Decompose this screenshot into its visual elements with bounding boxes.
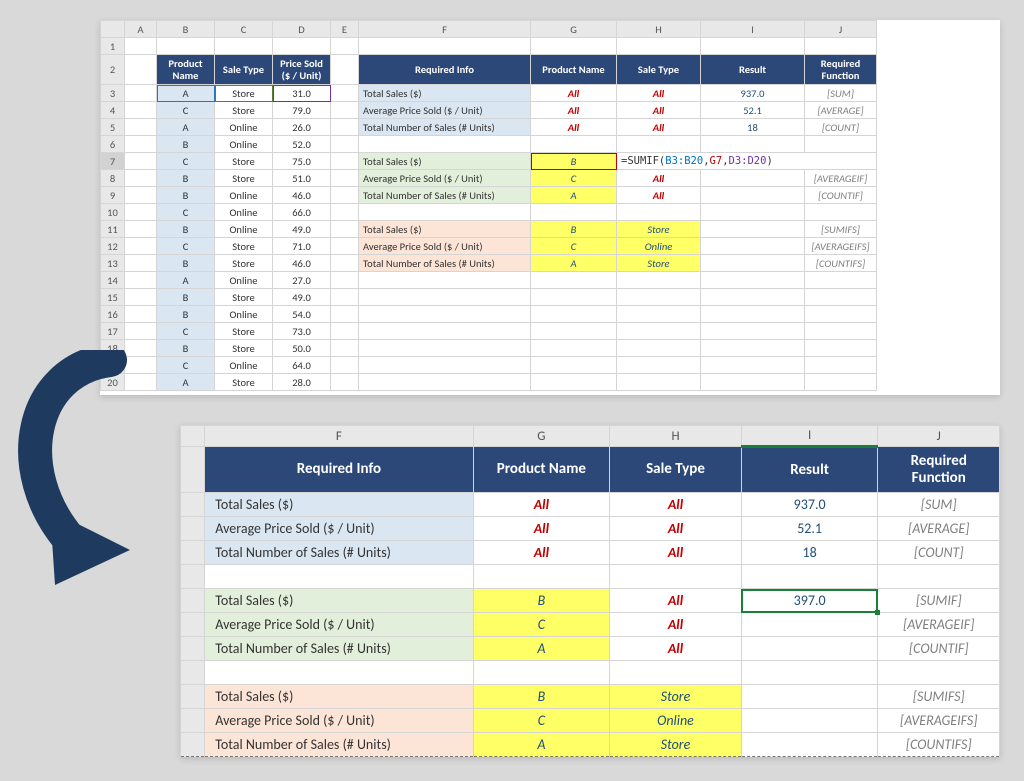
hdr-price-sold: Price Sold($ / Unit): [273, 55, 331, 85]
corner-cell-b[interactable]: [181, 426, 205, 447]
row-1[interactable]: 1: [101, 38, 125, 55]
col-F[interactable]: F: [359, 21, 531, 38]
cell-D3[interactable]: 31.0: [273, 85, 331, 102]
col-D[interactable]: D: [273, 21, 331, 38]
hdr-required-fn: RequiredFunction: [805, 55, 877, 85]
col-H[interactable]: H: [617, 21, 701, 38]
label-total-sales-1: Total Sales ($): [359, 85, 531, 102]
hdr-product-name: ProductName: [157, 55, 215, 85]
top-spreadsheet-panel: A B C D E F G H I J 1 2 ProductName Sale…: [100, 20, 1000, 395]
col-G[interactable]: G: [531, 21, 617, 38]
cell-G7[interactable]: B: [531, 153, 617, 170]
cell-C3[interactable]: Store: [215, 85, 273, 102]
bottom-spreadsheet-panel: F G H I J Required Info Product Name Sal…: [180, 425, 1000, 757]
col-B[interactable]: B: [157, 21, 215, 38]
hdr-sale-type-r: Sale Type: [617, 55, 701, 85]
col-E[interactable]: E: [331, 21, 359, 38]
bottom-spreadsheet[interactable]: F G H I J Required Info Product Name Sal…: [180, 425, 1000, 757]
row-3[interactable]: 3: [101, 85, 125, 102]
b-hdr-req: Required Info: [205, 447, 473, 493]
formula-input[interactable]: =SUMIF(B3:B20,G7,D3:D20): [617, 153, 877, 170]
corner-cell[interactable]: [101, 21, 125, 38]
hdr-result: Result: [701, 55, 805, 85]
cell-B3[interactable]: A: [157, 85, 215, 102]
hdr-required-info: Required Info: [359, 55, 531, 85]
col-I[interactable]: I: [701, 21, 805, 38]
selected-result-cell[interactable]: 397.0: [741, 589, 878, 613]
col-C[interactable]: C: [215, 21, 273, 38]
top-spreadsheet[interactable]: A B C D E F G H I J 1 2 ProductName Sale…: [100, 20, 877, 391]
row-7[interactable]: 7: [101, 153, 125, 170]
hdr-sale-type: Sale Type: [215, 55, 273, 85]
hdr-product-name-r: Product Name: [531, 55, 617, 85]
col-A[interactable]: A: [125, 21, 157, 38]
row-2[interactable]: 2: [101, 55, 125, 85]
col-J[interactable]: J: [805, 21, 877, 38]
